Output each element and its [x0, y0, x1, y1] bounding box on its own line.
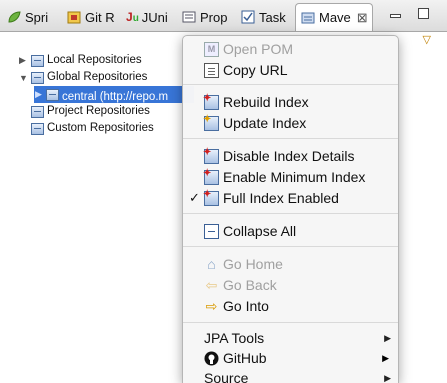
submenu-arrow-icon: ▶: [384, 373, 391, 383]
tree-item-label: Global Repositories: [47, 71, 148, 83]
collapse-all-icon: [204, 224, 219, 239]
minimize-button[interactable]: [390, 14, 401, 18]
menu-separator: [183, 84, 398, 85]
github-icon: [204, 351, 219, 366]
menu-item-disable-index-details[interactable]: ✦ Disable Index Details: [183, 146, 398, 166]
menu-separator: [183, 322, 398, 323]
menu-item-enable-minimum-index[interactable]: ✦ Enable Minimum Index: [183, 167, 398, 187]
tab-label: Prop: [200, 9, 228, 25]
context-menu: M Open POM Copy URL ✦ Rebuild Index ✦ Up…: [182, 35, 399, 383]
tree-item-label: Project Repositories: [47, 105, 150, 117]
submenu-arrow-icon: ▶: [382, 353, 389, 363]
menu-item-rebuild-index[interactable]: ✦ Rebuild Index: [183, 92, 398, 112]
properties-icon: [181, 9, 197, 25]
tab-junit[interactable]: Ju JUni: [126, 4, 168, 30]
tab-label: Git R: [85, 9, 115, 25]
menu-item-go-into[interactable]: ⇨ Go Into: [183, 296, 398, 316]
home-icon: ⌂: [207, 256, 216, 272]
menu-item-open-pom[interactable]: M Open POM: [183, 39, 398, 59]
menu-item-jpa-tools[interactable]: JPA Tools ▶: [183, 328, 398, 348]
view-menu-chevron-icon[interactable]: ▽: [423, 33, 431, 46]
menu-separator: [183, 138, 398, 139]
full-index-icon: ✦: [203, 189, 219, 206]
tree-item-label: Local Repositories: [47, 54, 142, 66]
tab-spring[interactable]: Spri: [6, 4, 48, 30]
rebuild-index-icon: ✦: [203, 93, 219, 110]
menu-item-source[interactable]: Source ▶: [183, 368, 398, 383]
maximize-button[interactable]: [418, 8, 429, 19]
minimum-index-icon: ✦: [203, 168, 219, 185]
menu-item-go-back[interactable]: ⇦ Go Back: [183, 275, 398, 295]
menu-item-github[interactable]: GitHub: [183, 348, 398, 368]
menu-separator: [183, 246, 398, 247]
menu-item-full-index-enabled[interactable]: ✓ ✦ Full Index Enabled: [183, 188, 398, 208]
menu-item-update-index[interactable]: ✦ Update Index: [183, 113, 398, 133]
forward-arrow-icon: ⇨: [205, 298, 218, 314]
tab-maven-repositories[interactable]: Mave ⊠: [295, 3, 373, 31]
checkmark-icon: ✓: [189, 190, 200, 205]
tab-tasks[interactable]: Task: [240, 4, 286, 30]
copy-url-icon: [204, 63, 219, 78]
tree-item-label: Custom Repositories: [47, 122, 154, 134]
tab-label: Mave: [319, 10, 351, 25]
repository-icon: [46, 89, 59, 101]
tasks-icon: [240, 9, 256, 25]
junit-icon: Ju: [126, 10, 139, 24]
tab-label: Spri: [25, 9, 49, 25]
menu-item-copy-url[interactable]: Copy URL: [183, 60, 398, 80]
close-icon[interactable]: ⊠: [357, 10, 368, 26]
collapse-arrow-icon[interactable]: ▼: [19, 73, 29, 83]
maven-repo-icon: [300, 10, 316, 26]
repository-group-icon: [31, 72, 44, 84]
menu-item-go-home[interactable]: ⌂ Go Home: [183, 254, 398, 274]
menu-separator: [183, 213, 398, 214]
pom-icon: M: [204, 42, 219, 57]
tab-label: JUni: [141, 9, 168, 25]
menu-item-collapse-all[interactable]: Collapse All: [183, 221, 398, 241]
disable-index-icon: ✦: [203, 147, 219, 164]
submenu-arrow-icon: ▶: [384, 333, 391, 343]
tab-properties[interactable]: Prop: [181, 4, 227, 30]
back-arrow-icon: ⇦: [205, 277, 218, 293]
repository-group-icon: [31, 123, 44, 135]
tree-item-label: central (http://repo.m: [62, 90, 169, 103]
expand-arrow-icon[interactable]: ▶: [35, 89, 45, 100]
repository-group-icon: [31, 55, 44, 67]
tab-label: Task: [259, 9, 286, 25]
expand-arrow-icon[interactable]: ▶: [19, 55, 29, 66]
view-tab-bar: Spri Git R Ju JUni Prop Task Mave ⊠: [0, 0, 447, 32]
spring-icon: [6, 9, 22, 25]
repository-group-icon: [31, 106, 44, 118]
update-index-icon: ✦: [203, 114, 219, 131]
tab-git-repositories[interactable]: Git R: [66, 4, 115, 30]
git-repo-icon: [66, 9, 82, 25]
